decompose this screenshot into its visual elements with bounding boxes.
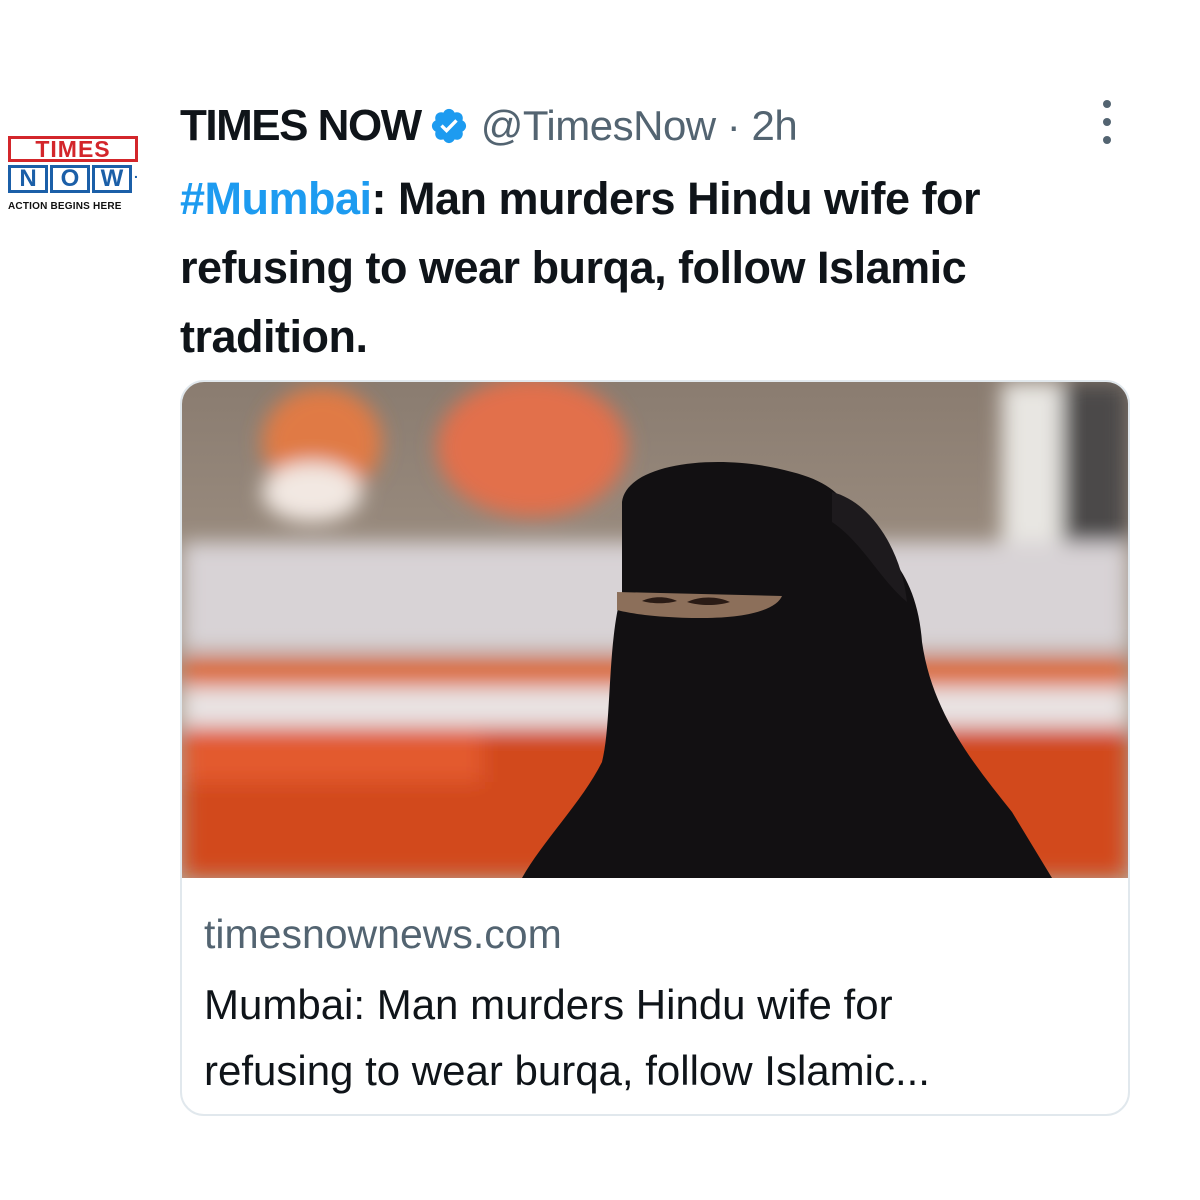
logo-now-letter: O [50,165,90,193]
card-title: Mumbai: Man murders Hindu wife for refus… [204,972,1108,1104]
card-image [182,382,1128,878]
card-meta: timesnownews.com Mumbai: Man murders Hin… [204,908,1108,1104]
link-card[interactable]: timesnownews.com Mumbai: Man murders Hin… [180,380,1130,1116]
tweet[interactable]: TIMES N O W . ACTION BEGINS HERE TIMES N… [0,0,1200,1200]
verified-badge-icon [431,108,466,144]
logo-dot: . [134,165,138,181]
logo-times-text: TIMES [8,136,138,162]
display-name[interactable]: TIMES NOW [180,101,422,151]
dot [1103,118,1111,126]
dot [1103,136,1111,144]
logo-tagline: ACTION BEGINS HERE [8,201,122,212]
avatar[interactable]: TIMES N O W . ACTION BEGINS HERE [8,136,146,220]
tweet-text: #Mumbai: Man murders Hindu wife for refu… [180,164,1140,371]
tweet-header: TIMES NOW @TimesNow · 2h [180,98,798,154]
dot [1103,100,1111,108]
logo-now-letter: N [8,165,48,193]
logo-now-letter: W [92,165,132,193]
more-options-icon[interactable] [1094,100,1120,144]
card-domain: timesnownews.com [204,911,562,957]
hashtag-link[interactable]: #Mumbai [180,173,372,224]
card-title-line: Mumbai: Man murders Hindu wife for [204,981,893,1028]
card-title-line: refusing to wear burqa, follow Islamic..… [204,1047,930,1094]
logo-now: N O W . [8,165,146,193]
handle-and-time[interactable]: @TimesNow · 2h [481,102,798,150]
